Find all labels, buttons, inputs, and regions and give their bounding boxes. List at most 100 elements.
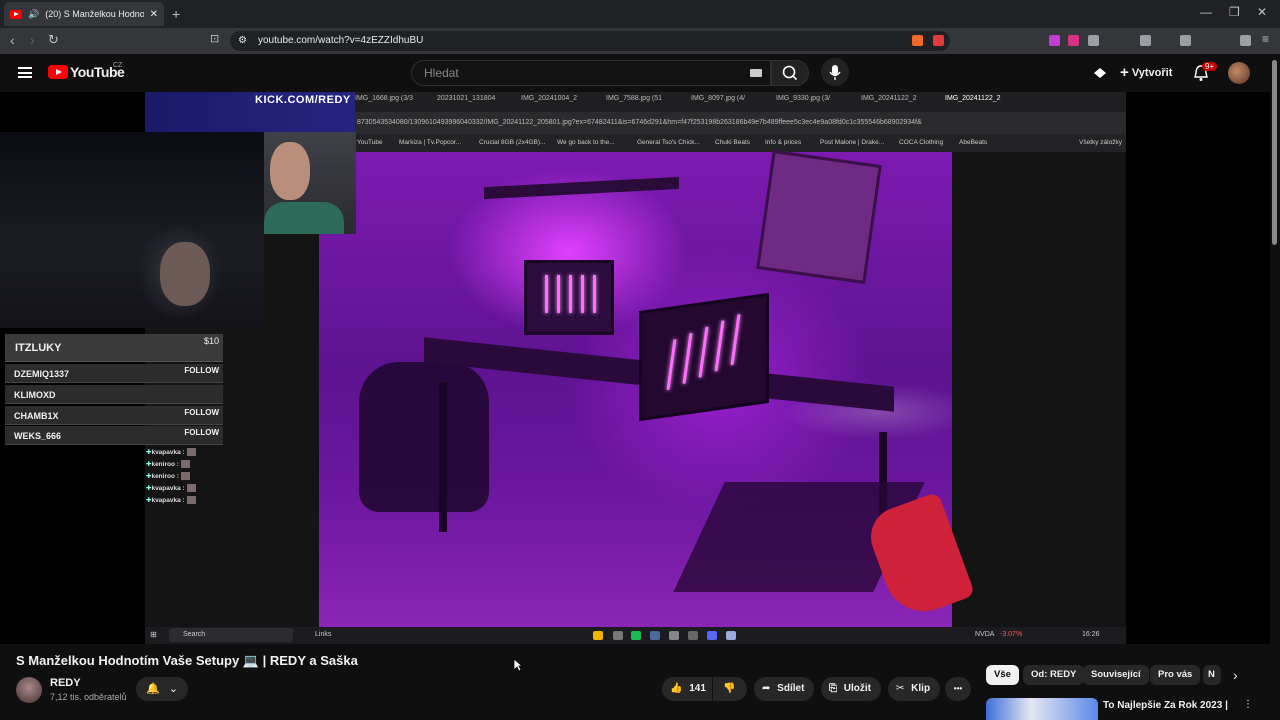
captured-bookmark: Info & prices (765, 139, 802, 146)
account-avatar[interactable] (1228, 62, 1250, 84)
follow-label: FOLLOW (184, 366, 219, 375)
brave-shield-icon[interactable] (912, 35, 923, 46)
captured-bookmark: General Tso's Chick... (637, 139, 700, 146)
recommendation-menu-icon[interactable]: ⋮ (1243, 699, 1253, 710)
cast-icon[interactable] (1092, 66, 1108, 80)
extension-icon[interactable] (1049, 35, 1060, 46)
hamburger-menu-icon[interactable] (18, 67, 32, 78)
desk-leg (439, 382, 447, 532)
share-label: Sdílet (777, 683, 805, 694)
close-window-button[interactable]: ✕ (1257, 5, 1267, 19)
site-info-icon[interactable]: ⚙ (238, 31, 247, 51)
chat-message: ✚kvapavka : (146, 496, 196, 505)
forward-button[interactable]: › (30, 32, 35, 48)
reload-button[interactable]: ↻ (48, 32, 59, 48)
guest-face (270, 142, 310, 200)
follower-row: WEKS_666 FOLLOW (5, 426, 223, 445)
captured-taskbar: ⊞ Search Links NVDA -3.07% 16:26 (145, 627, 1126, 644)
share-button[interactable]: ➦ Sdílet (754, 677, 814, 701)
scissors-icon: ✂ (896, 683, 905, 694)
follow-label: FOLLOW (184, 428, 219, 437)
captured-url: 8730543534080/1309610493996040332/IMG_20… (357, 119, 922, 126)
youtube-logo-icon[interactable] (48, 65, 68, 79)
new-tab-button[interactable]: + (172, 6, 180, 22)
menu-icon[interactable]: ≡ (1262, 32, 1269, 46)
create-label: Vytvořit (1131, 67, 1173, 79)
donation-alert: ITZLUKY $10 (5, 334, 223, 362)
save-button[interactable]: ⎘ Uložit (821, 677, 881, 701)
monitor (524, 260, 614, 335)
more-actions-button[interactable]: ••• (945, 677, 971, 701)
sidebar-icon[interactable] (1180, 35, 1191, 46)
channel-avatar[interactable] (16, 677, 42, 703)
extension-icon[interactable] (1068, 35, 1079, 46)
captured-bookmark: Všetky záložky (1079, 139, 1122, 146)
browser-tab[interactable]: 🔊 (20) S Manželkou Hodnotím V ✕ (4, 2, 164, 26)
search-button[interactable] (771, 60, 809, 86)
follow-label: FOLLOW (184, 408, 219, 417)
recommendation-thumbnail[interactable] (986, 698, 1098, 720)
subscription-bell-button[interactable]: 🔔 ⌄ (136, 677, 188, 701)
voice-search-button[interactable] (821, 58, 849, 86)
stock-change: -3.07% (1000, 631, 1023, 638)
chip-next[interactable]: N (1203, 665, 1221, 685)
discord-app-icon (707, 631, 717, 640)
share-icon: ➦ (762, 683, 771, 694)
chip-from-channel[interactable]: Od: REDY (1023, 665, 1085, 685)
page-scrollbar[interactable] (1272, 60, 1277, 245)
save-label: Uložit (843, 683, 871, 694)
subscriber-count: 7,12 tis. odběratelů (50, 692, 127, 702)
spotify-app-icon (631, 631, 641, 640)
maximize-button[interactable]: ❐ (1229, 5, 1240, 19)
rewards-icon[interactable] (933, 35, 944, 46)
wall-poster (756, 149, 882, 285)
extensions-puzzle-icon[interactable] (1088, 35, 1099, 46)
address-input[interactable]: ⚙ youtube.com/watch?v=4zEZZIdhuBU (230, 31, 950, 51)
captured-bookmark: Post Malone | Drake... (820, 139, 885, 146)
chips-next-arrow-icon[interactable]: › (1233, 667, 1238, 683)
vpn-icon[interactable] (1240, 35, 1251, 46)
clip-button[interactable]: ✂ Klip (888, 677, 940, 701)
search-placeholder: Hledat (424, 66, 459, 80)
captured-clock: 16:26 (1082, 631, 1100, 638)
like-button[interactable]: 👍 141 (662, 677, 712, 701)
captured-bookmark: We go back to the... (557, 139, 615, 146)
webcam-guest (264, 132, 356, 234)
webcam-streamer (0, 132, 264, 328)
captured-tab: IMG_20241122_2 (945, 95, 1001, 102)
dislike-button[interactable]: 👎 (713, 677, 747, 701)
captured-tab: IMG_7588.jpg (51 (606, 95, 663, 102)
streamer-face (160, 242, 210, 306)
video-player[interactable]: KICK.COM/REDY IMG_1668.jpg (3/3 20231021… (0, 92, 1270, 644)
chip-for-you[interactable]: Pro vás (1150, 665, 1201, 685)
search-input[interactable]: Hledat (411, 60, 771, 86)
captured-tab: IMG_9330.jpg (3/ (776, 95, 831, 102)
monitor (639, 292, 769, 422)
captured-links: Links (315, 631, 332, 638)
minimize-button[interactable]: — (1200, 5, 1212, 19)
download-icon[interactable] (1140, 35, 1151, 46)
recommendation-title[interactable]: To Najlepšie Za Rok 2023 | (1103, 700, 1228, 711)
search-icon (782, 65, 798, 81)
speaker-icon[interactable]: 🔊 (28, 9, 39, 20)
captured-tab: IMG_1668.jpg (3/3 (355, 95, 413, 102)
close-tab-icon[interactable]: ✕ (150, 9, 158, 20)
stock-ticker: NVDA (975, 631, 995, 638)
follower-name: WEKS_666 (14, 431, 62, 441)
app-icon (669, 631, 679, 640)
channel-name[interactable]: REDY (50, 677, 81, 689)
bookmark-icon[interactable]: ⊡ (210, 32, 219, 45)
url-text: youtube.com/watch?v=4zEZZIdhuBU (258, 35, 424, 46)
create-button[interactable]: + Vytvořit (1116, 60, 1172, 86)
captured-tab: IMG_8097.jpg (4/ (691, 95, 746, 102)
app-icon (726, 631, 736, 640)
follower-name: CHAMB1X (14, 411, 59, 421)
browser-tab-bar: 🔊 (20) S Manželkou Hodnotím V ✕ + — ❐ ✕ (0, 0, 1280, 28)
chip-related[interactable]: Související (1083, 665, 1149, 685)
captured-bookmark: AbeBeats (959, 139, 988, 146)
notification-count-badge: 9+ (1202, 62, 1218, 71)
thumbs-down-icon: 👎 (723, 683, 736, 694)
chip-all[interactable]: Vše (986, 665, 1019, 685)
back-button[interactable]: ‹ (10, 32, 15, 48)
keyboard-icon[interactable] (750, 69, 762, 77)
